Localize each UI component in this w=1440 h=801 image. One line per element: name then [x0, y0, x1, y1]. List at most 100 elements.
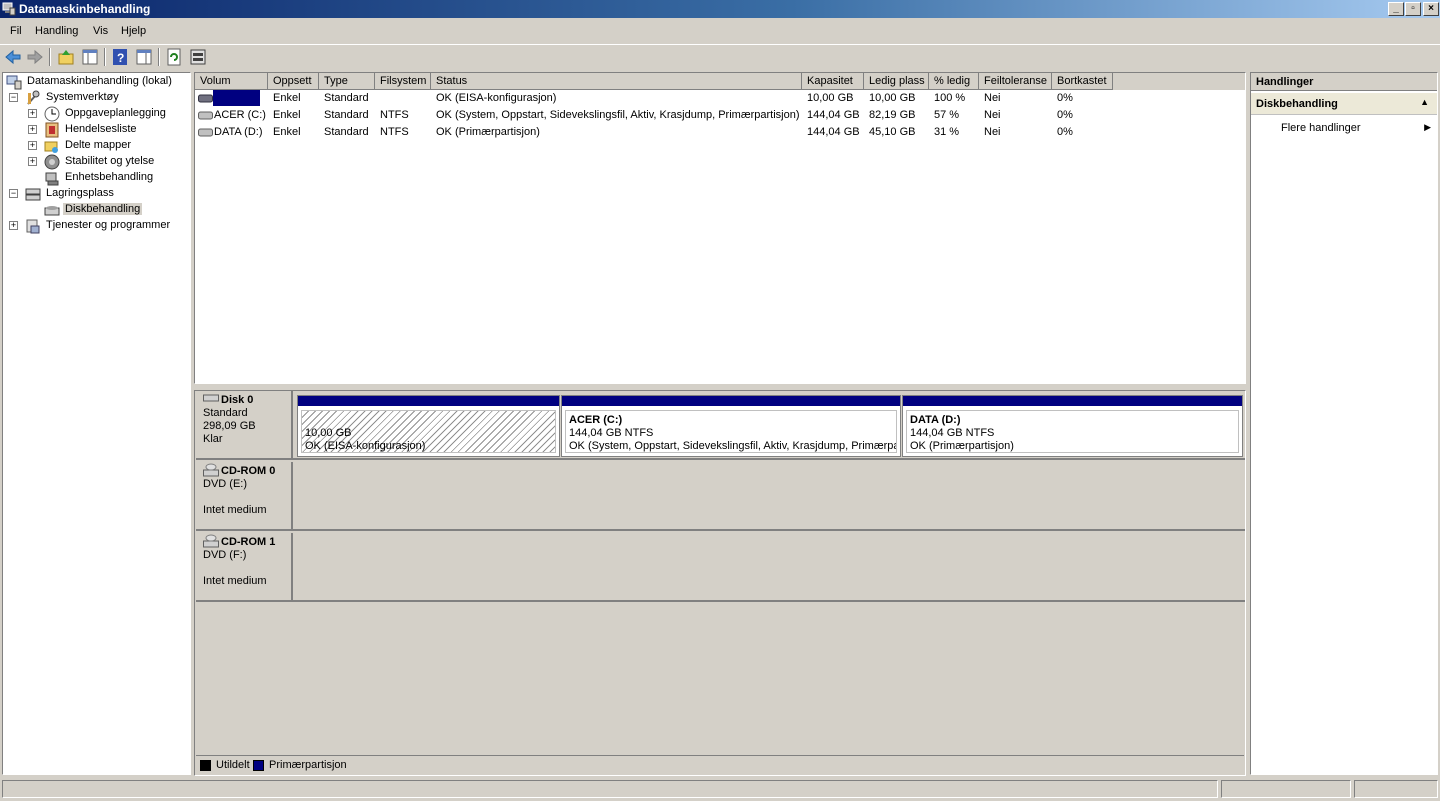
expand-toggle[interactable]: +: [9, 221, 18, 230]
expand-toggle[interactable]: +: [28, 157, 37, 166]
table-row[interactable]: Enkel Standard OK (EISA-konfigurasjon) 1…: [195, 90, 1245, 107]
tree-item-enhetsbehandling[interactable]: Enhetsbehandling: [28, 170, 193, 186]
empty-media-area: [295, 533, 1245, 600]
cell-pct: 31 %: [934, 126, 960, 138]
cell-fs: NTFS: [380, 109, 409, 121]
help-icon[interactable]: ?: [110, 47, 130, 67]
column-header-ledig-plass[interactable]: Ledig plass: [864, 73, 929, 90]
drive-icon: [198, 94, 213, 103]
tree-item-diskbehandling[interactable]: Diskbehandling: [28, 202, 193, 218]
disk-status: Intet medium: [203, 504, 267, 516]
tree-item-stabilitet-og-ytelse[interactable]: + Stabilitet og ytelse: [28, 154, 193, 170]
menu-vis[interactable]: Vis: [93, 25, 108, 37]
empty-media-area: [295, 462, 1245, 529]
tree-item-delte-mapper[interactable]: + Delte mapper: [28, 138, 193, 154]
tree-root[interactable]: Datamaskinbehandling (lokal): [6, 74, 186, 90]
restore-button[interactable]: ▫: [1405, 2, 1421, 16]
navigation-tree: Datamaskinbehandling (lokal) − Systemver…: [2, 72, 191, 775]
cell-capacity: 144,04 GB: [807, 126, 860, 138]
tree-label: Enhetsbehandling: [65, 171, 154, 183]
drive-icon: [198, 128, 213, 137]
volume-list-header: Volum Oppsett Type Filsystem Status Kapa…: [195, 73, 1245, 90]
disk-name: CD-ROM 1: [221, 536, 276, 548]
refresh-icon[interactable]: [164, 47, 184, 67]
column-header-type[interactable]: Type: [319, 73, 375, 90]
partition-status: OK (Primærpartisjon): [910, 440, 1014, 452]
computer-management-icon: [2, 2, 16, 16]
menu-hjelp[interactable]: Hjelp: [121, 25, 146, 37]
actions-section-diskbehandling[interactable]: Diskbehandling ▲: [1251, 93, 1437, 115]
expand-toggle[interactable]: +: [28, 125, 37, 134]
expand-toggle[interactable]: +: [28, 141, 37, 150]
expand-toggle[interactable]: +: [28, 109, 37, 118]
title-bar: Datamaskinbehandling _ ▫ ×: [0, 0, 1440, 18]
status-cell-2: [1221, 780, 1351, 798]
event-log-icon: [45, 122, 59, 138]
actions-section-label: Diskbehandling: [1256, 98, 1338, 110]
status-cell-main: [2, 780, 1218, 798]
legend: Utildelt Primærpartisjon: [196, 755, 1244, 774]
up-folder-icon[interactable]: [56, 47, 76, 67]
partition-body: ACER (C:) 144,04 GB NTFS OK (System, Opp…: [565, 410, 897, 453]
menu-fil[interactable]: Fil: [10, 25, 22, 37]
close-button[interactable]: ×: [1423, 2, 1439, 16]
minimize-button[interactable]: _: [1388, 2, 1404, 16]
forward-arrow-icon[interactable]: [25, 47, 45, 67]
partition-bar: [298, 396, 559, 406]
partition-name: DATA (D:): [910, 414, 961, 426]
show-hide-tree-icon[interactable]: [80, 47, 100, 67]
properties-pane-icon[interactable]: [134, 47, 154, 67]
disk-row-disk-0[interactable]: Disk 0 Standard 298,09 GB Klar 10,00 GB …: [196, 391, 1245, 460]
column-header-oppsett[interactable]: Oppsett: [268, 73, 319, 90]
collapse-toggle[interactable]: −: [9, 189, 18, 198]
partition-size: 144,04 GB NTFS: [569, 427, 654, 439]
hard-disk-icon: [203, 394, 219, 402]
tree-item-systemverktoy[interactable]: − Systemverktøy: [9, 90, 189, 106]
tree-item-tjenester[interactable]: + Tjenester og programmer: [9, 218, 189, 234]
menu-handling[interactable]: Handling: [35, 25, 78, 37]
cell-ft: Nei: [984, 126, 1001, 138]
collapse-toggle[interactable]: −: [9, 93, 18, 102]
partition-bar: [562, 396, 900, 406]
partition-bar: [903, 396, 1242, 406]
column-header-pct-ledig[interactable]: % ledig: [929, 73, 979, 90]
clock-icon: [44, 106, 60, 122]
table-row[interactable]: DATA (D:) Enkel Standard NTFS OK (Primær…: [195, 124, 1245, 141]
column-header-status[interactable]: Status: [431, 73, 802, 90]
device-manager-icon: [45, 172, 59, 186]
column-header-kapasitet[interactable]: Kapasitet: [802, 73, 864, 90]
tree-label: Delte mapper: [65, 139, 132, 151]
disk-type: Standard: [203, 407, 248, 419]
column-header-filsystem[interactable]: Filsystem: [375, 73, 431, 90]
action-flere-handlinger[interactable]: Flere handlinger: [1281, 122, 1361, 134]
disk-row-cdrom-0[interactable]: CD-ROM 0 DVD (E:) Intet medium: [196, 462, 1245, 531]
tree-item-hendelsesliste[interactable]: + Hendelsesliste: [28, 122, 193, 138]
cell-status: OK (System, Oppstart, Sidevekslingsfil, …: [436, 109, 800, 121]
column-header-volum[interactable]: Volum: [195, 73, 268, 90]
submenu-arrow-icon[interactable]: ▶: [1424, 122, 1431, 133]
partition-size: 144,04 GB NTFS: [910, 427, 995, 439]
back-arrow-icon[interactable]: [3, 47, 23, 67]
disk-properties-icon[interactable]: [188, 47, 208, 67]
disk-row-cdrom-1[interactable]: CD-ROM 1 DVD (F:) Intet medium: [196, 533, 1245, 602]
cell-overhead: 0%: [1057, 109, 1073, 121]
disk-graphical-view: Disk 0 Standard 298,09 GB Klar 10,00 GB …: [194, 390, 1246, 776]
tree-label: Stabilitet og ytelse: [65, 155, 155, 167]
table-row[interactable]: ACER (C:) Enkel Standard NTFS OK (System…: [195, 107, 1245, 124]
partition-eisa[interactable]: 10,00 GB OK (EISA-konfigurasjon): [297, 395, 560, 457]
cell-ft: Nei: [984, 92, 1001, 104]
disk-size: [203, 562, 291, 575]
tree-root-label: Datamaskinbehandling (lokal): [27, 75, 172, 87]
partition-body: 10,00 GB OK (EISA-konfigurasjon): [301, 410, 556, 453]
partition-data-d[interactable]: DATA (D:) 144,04 GB NTFS OK (Primærparti…: [902, 395, 1243, 457]
column-header-feiltoleranse[interactable]: Feiltoleranse: [979, 73, 1052, 90]
disk-status: Klar: [203, 433, 223, 445]
cell-ft: Nei: [984, 109, 1001, 121]
tree-item-lagringsplass[interactable]: − Lagringsplass: [9, 186, 189, 202]
legend-swatch-unallocated: [200, 760, 211, 771]
column-header-bortkastet[interactable]: Bortkastet: [1052, 73, 1113, 90]
tree-item-oppgaveplanlegging[interactable]: + Oppgaveplanlegging: [28, 106, 193, 122]
partition-acer-c[interactable]: ACER (C:) 144,04 GB NTFS OK (System, Opp…: [561, 395, 901, 457]
collapse-up-icon[interactable]: ▲: [1420, 97, 1429, 107]
cell-type: Standard: [324, 126, 369, 138]
